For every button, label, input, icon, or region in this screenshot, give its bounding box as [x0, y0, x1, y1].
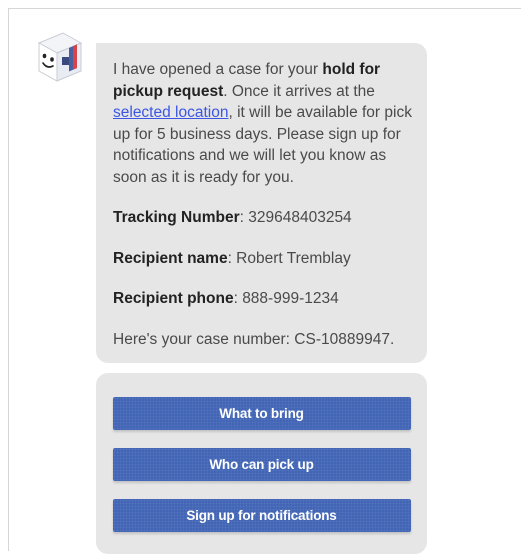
message-intro: I have opened a case for your hold for p…	[113, 59, 415, 188]
bot-message-bubble: I have opened a case for your hold for p…	[96, 43, 427, 363]
message-text: . Once it arrives at the	[223, 82, 375, 100]
recipient-phone-label: Recipient phone	[113, 290, 234, 307]
recipient-name-label: Recipient name	[113, 249, 228, 267]
who-can-pick-up-button[interactable]: Who can pick up	[112, 448, 411, 481]
message-text: I have opened a case for your	[113, 61, 323, 78]
quick-reply-panel: What to bring Who can pick up Sign up fo…	[96, 373, 427, 554]
chat-panel: I have opened a case for your hold for p…	[8, 8, 521, 554]
recipient-phone-value: : 888-999-1234	[233, 290, 339, 307]
box-mascot-icon	[37, 32, 83, 82]
box-mascot-avatar	[29, 29, 87, 87]
tracking-number-value: : 329648403254	[239, 209, 352, 226]
recipient-name-value: : Robert Tremblay	[227, 249, 351, 267]
sign-up-notifications-button[interactable]: Sign up for notifications	[112, 499, 411, 532]
recipient-name-line: Recipient name: Robert Tremblay	[113, 248, 415, 270]
case-number-line: Here's your case number: CS-10889947.	[113, 330, 395, 348]
recipient-phone-line: Recipient phone: 888-999-1234	[113, 288, 415, 310]
what-to-bring-button[interactable]: What to bring	[112, 397, 411, 430]
tracking-number-label: Tracking Number	[113, 209, 240, 226]
tracking-number-line: Tracking Number: 329648403254	[113, 207, 415, 229]
selected-location-link[interactable]: selected location	[113, 104, 228, 121]
